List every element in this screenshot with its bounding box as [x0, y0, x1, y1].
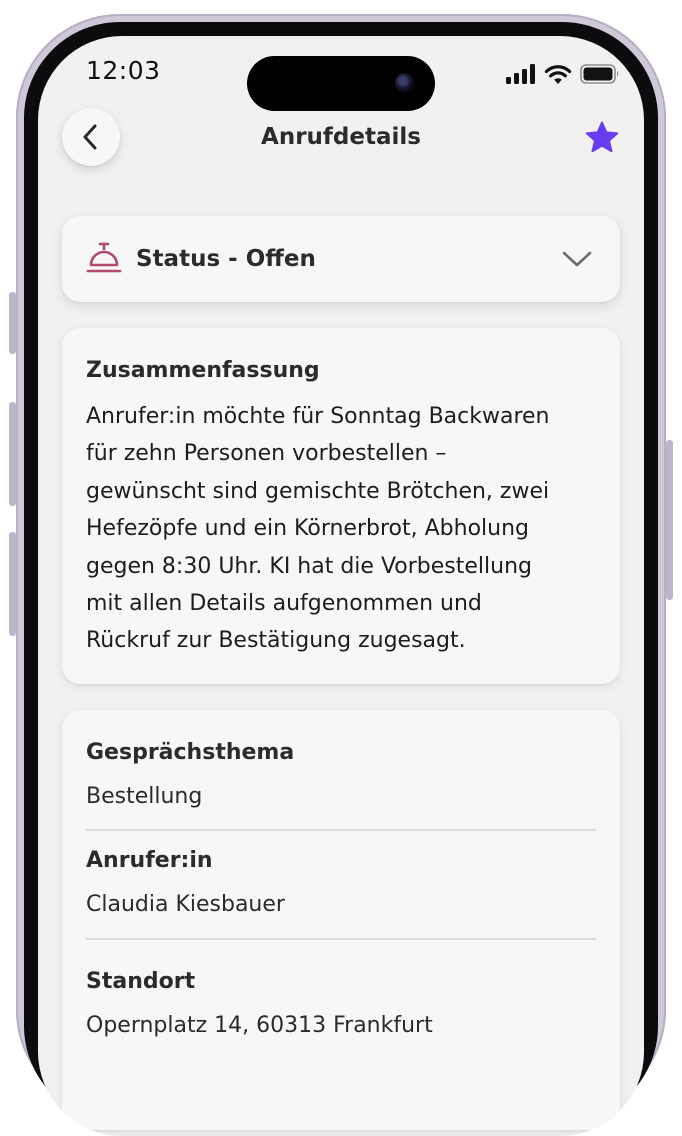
- cellular-signal-icon: [506, 64, 535, 84]
- divider: [86, 829, 596, 831]
- caller-label: Anrufer:in: [86, 848, 213, 873]
- location-value: Opernplatz 14, 60313 Frankfurt: [86, 1013, 433, 1038]
- volume-down-button: [9, 532, 16, 636]
- summary-line: gewünscht sind gemischte Brötchen, zwei: [86, 478, 550, 504]
- summary-line: Hefezöpfe und ein Körnerbrot, Abholung: [86, 516, 529, 542]
- action-button: [9, 292, 16, 354]
- location-label: Standort: [86, 969, 196, 994]
- summary-line: gegen 8:30 Uhr. KI hat die Vorbestellung: [86, 553, 532, 579]
- status-dropdown[interactable]: Status - Offen: [62, 216, 620, 302]
- system-icons: [506, 63, 620, 85]
- chevron-down-icon: [562, 251, 592, 267]
- page-title: Anrufdetails: [261, 124, 421, 150]
- status-bar: 12:03: [38, 36, 644, 116]
- star-icon[interactable]: [584, 120, 620, 156]
- status-label: Status - Offen: [136, 246, 316, 272]
- divider: [86, 938, 596, 940]
- summary-line: für zehn Personen vorbestellen –: [86, 441, 447, 467]
- volume-up-button: [9, 402, 16, 506]
- summary-line: Anrufer:in möchte für Sonntag Backwaren: [86, 404, 550, 429]
- status-time: 12:03: [86, 56, 161, 85]
- screen: 12:03 Anrufdetails Status - Offen Zusamm…: [38, 36, 644, 1136]
- summary-line: Rückruf zur Bestätigung zugesagt.: [86, 628, 466, 654]
- dynamic-island: [247, 56, 435, 111]
- summary-line: mit allen Details aufgenommen und: [86, 591, 482, 617]
- summary-text: Anrufer:in möchte für Sonntag Backwaren …: [86, 398, 606, 660]
- caller-value: Claudia Kiesbauer: [86, 892, 285, 917]
- battery-icon: [580, 64, 619, 84]
- topic-value: Bestellung: [86, 784, 203, 809]
- bell-icon: [86, 242, 122, 273]
- details-card: Gesprächsthema Bestellung Anrufer:in Cla…: [62, 710, 620, 1130]
- summary-heading: Zusammenfassung: [86, 358, 320, 383]
- wifi-icon: [544, 64, 572, 84]
- summary-card: Zusammenfassung Anrufer:in möchte für So…: [62, 328, 620, 684]
- topic-label: Gesprächsthema: [86, 740, 295, 765]
- power-button: [666, 440, 673, 600]
- camera-lens: [395, 73, 415, 93]
